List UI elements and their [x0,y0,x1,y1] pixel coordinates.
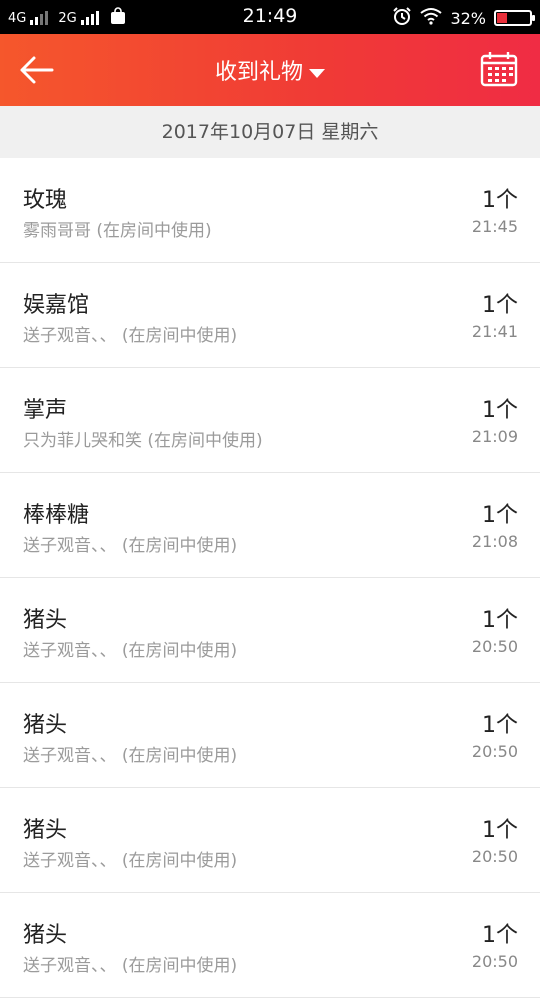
gift-name: 猪头 [23,713,68,738]
gift-name: 掌声 [23,398,68,423]
list-item[interactable]: 掌声 只为菲儿哭和笑 (在房间中使用) 1个 21:09 [0,368,540,473]
gift-time: 20:50 [471,847,518,866]
date-label: 2017年10月07日 星期六 [161,121,379,143]
gift-name: 猪头 [23,923,68,948]
list-item[interactable]: 猪头 送子观音、、 (在房间中使用) 1个 20:50 [0,788,540,893]
gift-name: 猪头 [23,608,68,633]
gift-sender: 送子观音、、 (在房间中使用) [23,851,238,871]
gift-time: 20:50 [471,952,518,971]
gift-sender: 送子观音、、 (在房间中使用) [23,326,238,346]
gift-sender: 雾雨哥哥 (在房间中使用) [23,221,212,241]
status-bar-right: 32% [392,6,535,30]
battery-percent: 32% [450,8,486,28]
list-item[interactable]: 玫瑰 雾雨哥哥 (在房间中使用) 1个 21:45 [0,158,540,263]
gift-time: 21:45 [471,217,518,236]
gift-time: 20:50 [471,742,518,761]
gift-sender: 只为菲儿哭和笑 (在房间中使用) [23,431,263,451]
page-title: 收到礼物 [214,60,303,85]
gift-sender: 送子观音、、 (在房间中使用) [23,746,238,766]
gift-time: 21:09 [471,427,518,446]
gift-count: 1个 [482,503,518,528]
calendar-button[interactable] [480,51,518,87]
alarm-icon [392,6,412,30]
gift-count: 1个 [482,818,518,843]
gift-sender: 送子观音、、 (在房间中使用) [23,641,238,661]
gift-name: 棒棒糖 [23,503,90,528]
battery-icon [494,10,535,26]
date-bar: 2017年10月07日 星期六 [0,106,540,158]
gift-time: 21:08 [471,532,518,551]
status-bar: 4G 2G 21:49 32% [0,0,540,34]
title-dropdown[interactable]: 收到礼物 [0,54,540,86]
gift-name: 娱嘉馆 [23,293,90,318]
chevron-down-icon [309,68,325,78]
gift-sender: 送子观音、、 (在房间中使用) [23,536,238,556]
gift-count: 1个 [482,713,518,738]
list-item[interactable]: 猪头 送子观音、、 (在房间中使用) 1个 20:50 [0,893,540,998]
gift-name: 猪头 [23,818,68,843]
gift-name: 玫瑰 [23,188,68,213]
gift-sender: 送子观音、、 (在房间中使用) [23,956,238,976]
list-item[interactable]: 猪头 送子观音、、 (在房间中使用) 1个 20:50 [0,578,540,683]
wifi-icon [420,7,443,29]
gift-time: 21:41 [471,322,518,341]
list-item[interactable]: 猪头 送子观音、、 (在房间中使用) 1个 20:50 [0,683,540,788]
gift-count: 1个 [482,293,518,318]
gift-count: 1个 [482,398,518,423]
gift-count: 1个 [482,608,518,633]
app-header: 收到礼物 [0,34,540,106]
gift-count: 1个 [482,188,518,213]
calendar-icon [480,52,518,87]
gift-list: 玫瑰 雾雨哥哥 (在房间中使用) 1个 21:45 娱嘉馆 送子观音、、 (在房… [0,158,540,998]
gift-count: 1个 [482,923,518,948]
gift-time: 20:50 [471,637,518,656]
list-item[interactable]: 棒棒糖 送子观音、、 (在房间中使用) 1个 21:08 [0,473,540,578]
list-item[interactable]: 娱嘉馆 送子观音、、 (在房间中使用) 1个 21:41 [0,263,540,368]
